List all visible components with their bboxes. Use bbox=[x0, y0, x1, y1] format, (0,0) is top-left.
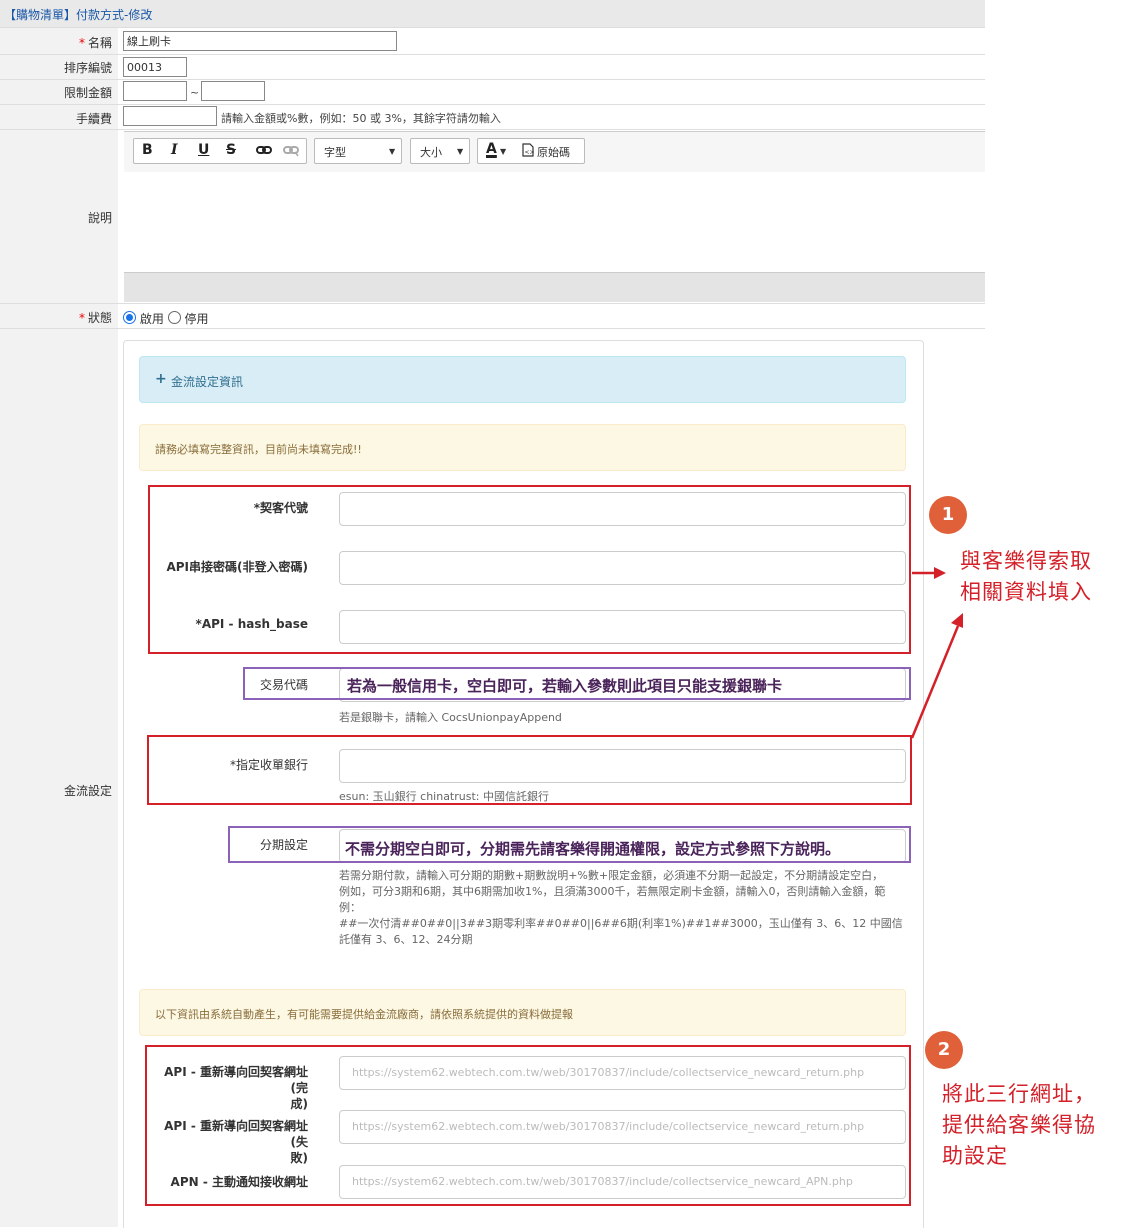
trade-code-help: 若是銀聯卡，請輸入 CocsUnionpayAppend bbox=[339, 711, 562, 724]
name-label: * 名稱 bbox=[78, 36, 112, 50]
sort-input[interactable] bbox=[123, 57, 187, 77]
auto-generated-notice: 以下資訊由系統自動產生，有可能需要提供給金流廠商，請依照系統提供的資料做提報 bbox=[139, 989, 906, 1036]
annotation-badge-1: 1 bbox=[929, 496, 967, 534]
font-family-label: 字型 bbox=[324, 146, 346, 159]
gateway-label: 金流設定 bbox=[63, 784, 112, 798]
annotation-badge-2: 2 bbox=[925, 1031, 963, 1069]
source-code-icon[interactable]: <> bbox=[522, 143, 535, 160]
installment-help-line-2: 例如，可分3期和6期，其中6期需加收1%，且須滿3000千，若無限定刷卡金額，請… bbox=[339, 885, 886, 914]
row-divider bbox=[0, 328, 985, 329]
chevron-down-icon: ▼ bbox=[389, 147, 396, 156]
chevron-down-icon: ▼ bbox=[500, 147, 507, 156]
status-enabled-label: 啟用 bbox=[139, 312, 164, 326]
name-input[interactable] bbox=[123, 31, 397, 51]
strikethrough-button[interactable]: S bbox=[226, 142, 236, 158]
highlight-box-urls bbox=[145, 1045, 911, 1206]
incomplete-warning: 請務必填寫完整資訊，目前尚未填寫完成!! bbox=[139, 424, 906, 471]
limit-label: 限制金額 bbox=[63, 86, 112, 100]
fee-input[interactable] bbox=[123, 106, 217, 126]
annotation-note-2: 將此三行網址， 提供給客樂得協 助設定 bbox=[942, 1082, 1096, 1168]
plus-icon: + bbox=[155, 371, 167, 387]
status-radio-group: 啟用 停用 bbox=[123, 310, 209, 327]
installment-overlay-note: 不需分期空白即可，分期需先請客樂得開通權限，設定方式參照下方說明。 bbox=[343, 838, 843, 859]
row-divider bbox=[0, 104, 985, 105]
limit-to-input[interactable] bbox=[201, 81, 265, 101]
source-code-button[interactable]: 原始碼 bbox=[537, 144, 570, 160]
font-size-select[interactable]: 大小 ▼ bbox=[410, 138, 470, 164]
color-source-group: A ▼ <> 原始碼 bbox=[477, 138, 585, 164]
page-title: 【購物清單】付款方式-修改 bbox=[4, 8, 153, 22]
trade-code-overlay-note: 若為一般信用卡，空白即可，若輸入參數則此項目只能支援銀聯卡 bbox=[344, 675, 786, 696]
description-label: 說明 bbox=[87, 211, 112, 225]
limit-from-input[interactable] bbox=[123, 81, 187, 101]
installment-help-line-1: 若需分期付款，請輸入可分期的期數+期數說明+%數+限定金額，必須連不分期一起設定… bbox=[339, 869, 884, 882]
description-editor[interactable] bbox=[124, 172, 985, 273]
label-column bbox=[0, 28, 118, 1227]
unlink-icon[interactable] bbox=[283, 143, 299, 161]
incomplete-warning-text: 請務必填寫完整資訊，目前尚未填寫完成!! bbox=[155, 443, 362, 456]
chevron-down-icon: ▼ bbox=[457, 147, 464, 156]
highlight-box-merchant bbox=[148, 485, 911, 654]
editor-toolbar: B I U S 字型 ▼ 大小 ▼ A ▼ <> 原始碼 bbox=[124, 131, 985, 173]
status-enabled-radio[interactable] bbox=[123, 311, 136, 324]
status-disabled-radio[interactable] bbox=[167, 311, 181, 324]
status-disabled-label: 停用 bbox=[184, 312, 209, 326]
font-size-label: 大小 bbox=[420, 146, 442, 159]
font-family-select[interactable]: 字型 ▼ bbox=[314, 138, 402, 164]
bold-button[interactable]: B bbox=[142, 142, 153, 158]
row-divider bbox=[0, 129, 985, 130]
italic-button[interactable]: I bbox=[171, 142, 178, 158]
installment-help-line-3: ##一次付清##0##0||3##3期零利率##0##0||6##6期(利率1%… bbox=[339, 917, 903, 946]
underline-button[interactable]: U bbox=[198, 142, 209, 158]
limit-separator: ~ bbox=[190, 86, 200, 99]
row-divider bbox=[0, 303, 985, 304]
sort-label: 排序編號 bbox=[63, 61, 112, 75]
editor-resize-bar[interactable] bbox=[124, 273, 985, 302]
highlight-box-bank bbox=[147, 735, 912, 805]
annotation-arrows bbox=[910, 567, 963, 739]
format-button-group: B I U S bbox=[133, 138, 307, 164]
page-header: 【購物清單】付款方式-修改 bbox=[0, 0, 985, 28]
gateway-info-toggle[interactable]: + 金流設定資訊 bbox=[139, 356, 906, 403]
fee-label: 手續費 bbox=[75, 112, 112, 126]
font-color-button[interactable]: A bbox=[486, 141, 497, 157]
installment-help: 若需分期付款，請輸入可分期的期數+期數說明+%數+限定金額，必須連不分期一起設定… bbox=[339, 868, 906, 948]
status-label: * 狀態 bbox=[78, 311, 112, 325]
svg-text:<>: <> bbox=[525, 149, 535, 156]
fee-hint: 請輸入金額或%數，例如：50 或 3%，其餘字符請勿輸入 bbox=[221, 112, 501, 125]
link-icon[interactable] bbox=[256, 143, 272, 161]
gateway-info-title: 金流設定資訊 bbox=[171, 375, 244, 389]
row-divider bbox=[0, 79, 985, 80]
row-divider bbox=[0, 54, 985, 55]
auto-generated-notice-text: 以下資訊由系統自動產生，有可能需要提供給金流廠商，請依照系統提供的資料做提報 bbox=[155, 1008, 573, 1021]
